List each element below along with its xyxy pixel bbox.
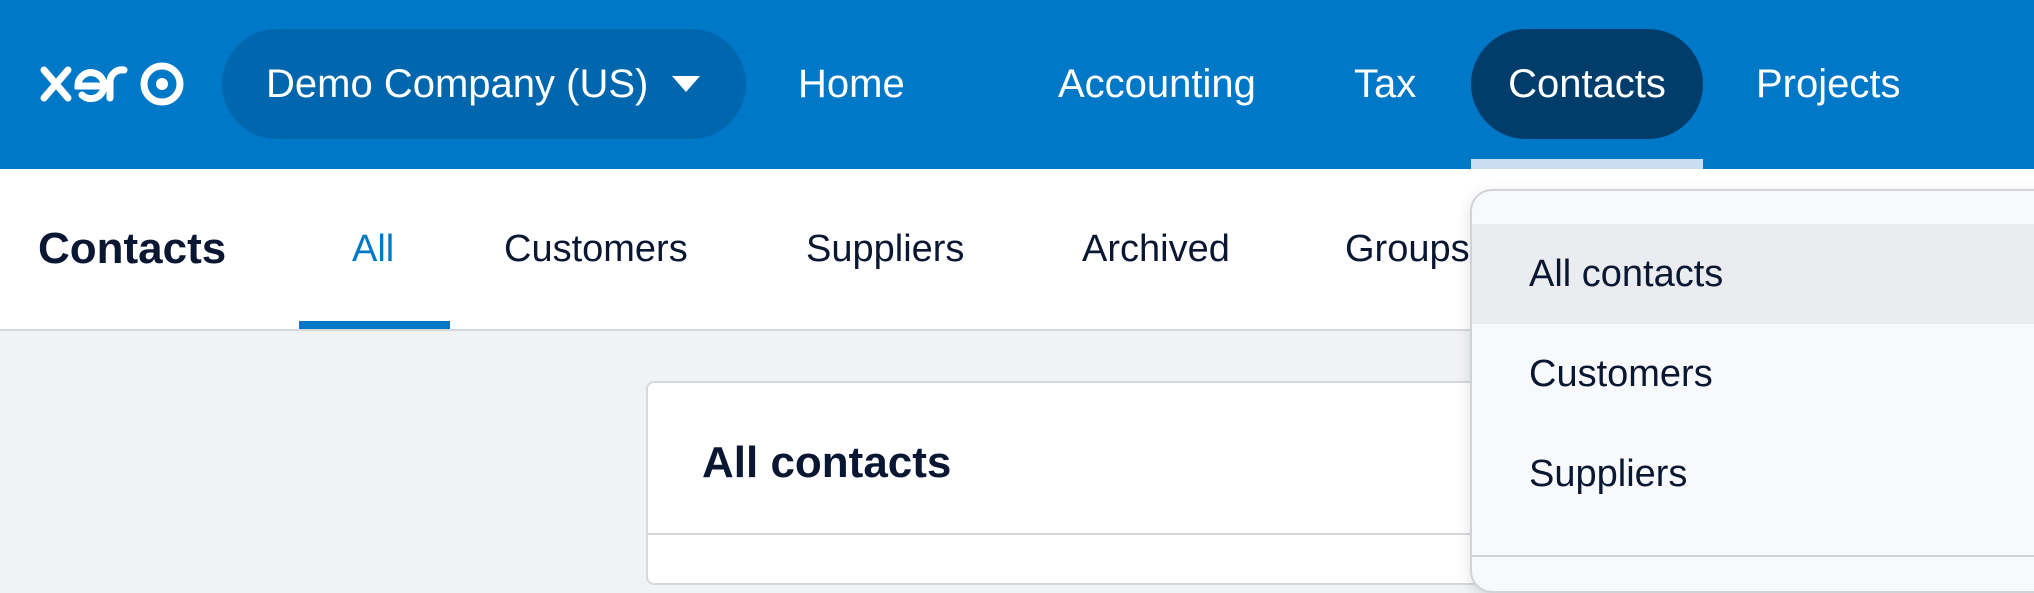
tab-groups[interactable]: Groups [1345,219,1470,279]
nav-projects[interactable]: Projects [1756,29,1901,139]
tab-all-active-indicator [299,321,450,329]
organisation-switcher[interactable]: Demo Company (US) [222,29,746,139]
nav-contacts-active-indicator [1471,159,1703,169]
card-title: All contacts [702,438,952,487]
top-navigation-bar: Demo Company (US) Home Accounting Tax Co… [0,0,2034,169]
nav-accounting[interactable]: Accounting [1058,29,1256,139]
organisation-name: Demo Company (US) [266,62,649,106]
dropdown-item-all-contacts[interactable]: All contacts [1472,224,2034,324]
caret-down-icon [672,76,700,92]
tab-archived[interactable]: Archived [1082,219,1230,279]
tab-customers[interactable]: Customers [504,219,688,279]
dropdown-item-suppliers[interactable]: Suppliers [1472,424,2034,524]
nav-home[interactable]: Home [798,29,905,139]
xero-logo[interactable] [38,52,190,116]
page-title: Contacts [38,224,227,273]
nav-tax[interactable]: Tax [1354,29,1416,139]
nav-contacts[interactable]: Contacts [1471,29,1703,139]
tab-suppliers[interactable]: Suppliers [806,219,964,279]
dropdown-divider [1472,555,2034,557]
tab-all[interactable]: All [352,219,394,279]
dropdown-item-customers[interactable]: Customers [1472,324,2034,424]
contacts-dropdown-menu: All contacts Customers Suppliers [1470,189,2034,593]
